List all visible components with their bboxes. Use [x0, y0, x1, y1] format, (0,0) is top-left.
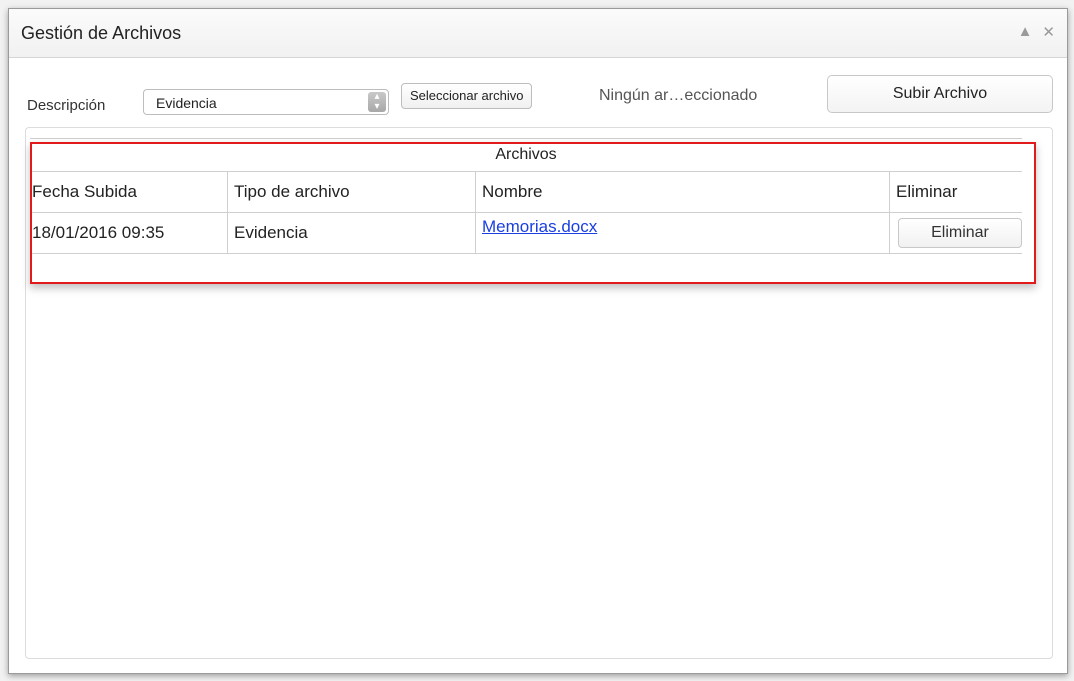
- description-select-value: Evidencia: [156, 95, 217, 111]
- column-header-date: Fecha Subida: [30, 172, 228, 212]
- column-header-name: Nombre: [476, 172, 890, 212]
- dialog-titlebar: Gestión de Archivos ▲ ✕: [9, 9, 1067, 58]
- files-table-header: Fecha Subida Tipo de archivo Nombre Elim…: [30, 172, 1022, 213]
- choose-file-button[interactable]: Seleccionar archivo: [401, 83, 533, 109]
- file-management-dialog: Gestión de Archivos ▲ ✕ Descripción Evid…: [8, 8, 1068, 674]
- dialog-title: Gestión de Archivos: [21, 23, 182, 43]
- column-header-type: Tipo de archivo: [228, 172, 476, 212]
- file-name-cell: Memorias.docx: [476, 213, 890, 253]
- files-table-caption: Archivos: [30, 138, 1022, 172]
- close-icon[interactable]: ✕: [1042, 23, 1055, 41]
- file-type-cell: Evidencia: [228, 213, 476, 253]
- delete-file-button[interactable]: Eliminar: [898, 218, 1022, 248]
- description-select[interactable]: Evidencia ▴ ▾: [143, 89, 389, 115]
- upload-toolbar: Descripción Evidencia ▴ ▾ Seleccionar arc…: [9, 57, 1067, 119]
- files-panel: Archivos Fecha Subida Tipo de archivo No…: [25, 127, 1053, 659]
- column-header-delete: Eliminar: [896, 182, 958, 201]
- files-table: Archivos Fecha Subida Tipo de archivo No…: [30, 138, 1022, 254]
- description-label: Descripción: [27, 97, 106, 114]
- select-updown-icon: ▴ ▾: [368, 92, 386, 112]
- upload-file-button[interactable]: Subir Archivo: [827, 75, 1053, 113]
- file-status-text: Ningún ar…eccionado: [599, 87, 758, 104]
- collapse-icon[interactable]: ▲: [1018, 23, 1033, 41]
- delete-cell: Eliminar: [890, 213, 1022, 253]
- file-download-link[interactable]: Memorias.docx: [482, 213, 597, 237]
- upload-date-cell: 18/01/2016 09:35: [30, 213, 228, 253]
- dialog-controls: ▲ ✕: [1018, 23, 1055, 41]
- table-row: 18/01/2016 09:35 Evidencia Memorias.docx…: [30, 213, 1022, 254]
